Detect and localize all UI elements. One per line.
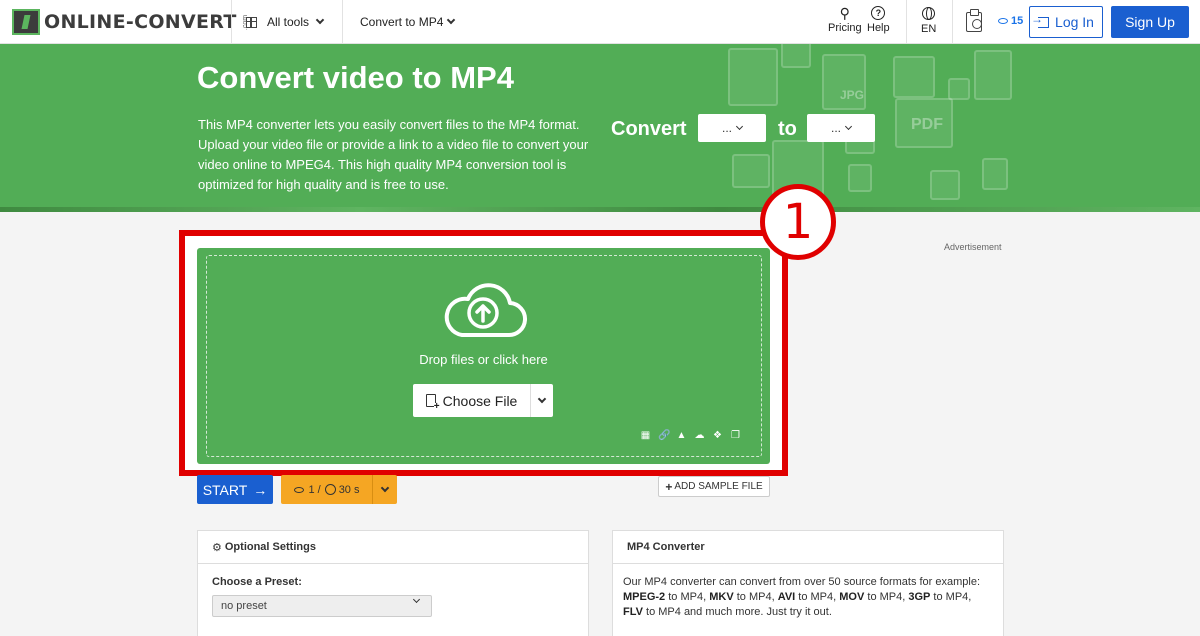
add-sample-file-button[interactable]: + ADD SAMPLE FILE <box>658 476 770 497</box>
choose-file-dropdown[interactable] <box>531 384 553 417</box>
top-navbar: ONLINE-CONVERT .com All tools Convert to… <box>0 0 1200 44</box>
preset-label: Choose a Preset: <box>212 576 302 588</box>
advertisement-label: Advertisement <box>944 242 1002 252</box>
clipboard-icon[interactable]: ❐ <box>730 431 741 441</box>
convert-menu-label: Convert to MP4 <box>360 15 444 29</box>
clock-icon <box>324 484 336 495</box>
mp4-converter-description: Our MP4 converter can convert from over … <box>623 576 981 618</box>
plus-icon: + <box>665 479 673 494</box>
login-icon <box>1031 12 1050 28</box>
chevron-down-icon <box>315 15 325 25</box>
start-button[interactable]: START → <box>197 475 273 504</box>
chevron-down-icon <box>735 122 744 130</box>
file-add-icon <box>425 394 440 411</box>
chevron-down-icon <box>537 394 547 403</box>
optional-settings-panel: ⚙ Optional Settings Choose a Preset: no … <box>197 530 589 636</box>
chevron-down-icon <box>412 595 421 604</box>
file-icon <box>781 44 811 68</box>
pdf-file-icon: PDF <box>895 98 953 148</box>
file-icon <box>982 158 1008 190</box>
pricing-link[interactable]: ⚲ Pricing <box>828 4 862 34</box>
language-selector[interactable]: EN <box>921 4 936 35</box>
login-label: Log In <box>1055 14 1094 30</box>
chevron-down-icon <box>447 15 456 25</box>
all-tools-menu[interactable]: All tools <box>246 0 325 44</box>
coin-icon <box>293 486 304 493</box>
credit-count: 1 <box>308 483 315 496</box>
credit-separator: / <box>317 483 321 496</box>
mp4-converter-panel: MP4 Converter Our MP4 converter can conv… <box>612 530 1004 636</box>
help-link[interactable]: ? Help <box>867 4 890 34</box>
preset-value: no preset <box>221 600 267 612</box>
hero-banner: JPG PDF Convert video to MP4 This MP4 co… <box>0 44 1200 212</box>
to-label: to <box>778 118 797 140</box>
mail-file-icon <box>728 48 778 106</box>
add-sample-label: ADD SAMPLE FILE <box>674 481 763 492</box>
upload-source-icons: ▦ 🔗 ▲ ☁ ❖ ❐ <box>640 431 741 441</box>
login-button[interactable]: Log In <box>1029 6 1103 38</box>
source-format-value: ... <box>721 121 732 135</box>
file-icon <box>848 164 872 192</box>
hero-bottom-stripe <box>0 207 1200 212</box>
help-label: Help <box>867 22 890 34</box>
pricing-label: Pricing <box>828 22 862 34</box>
chart-file-icon <box>974 50 1012 100</box>
credits-counter[interactable]: 15 <box>998 15 1023 27</box>
jpg-file-icon: JPG <box>822 54 866 110</box>
credit-time-button[interactable]: 1 / 30 s <box>281 475 397 504</box>
preset-select[interactable]: no preset <box>212 595 432 617</box>
file-icon <box>732 154 770 188</box>
folder-icon[interactable]: ▦ <box>640 431 651 441</box>
start-label: START <box>202 481 248 498</box>
chevron-down-icon <box>380 483 390 492</box>
chevron-down-icon <box>844 122 853 130</box>
gear-icon: ⚙ <box>212 541 222 554</box>
language-label: EN <box>921 23 937 35</box>
onedrive-icon[interactable]: ☁ <box>694 431 705 441</box>
link-icon[interactable]: 🔗 <box>658 431 670 441</box>
convert-label: Convert <box>611 118 687 140</box>
grid-icon <box>246 16 257 28</box>
logo-icon <box>12 9 40 35</box>
choose-file-label: Choose File <box>442 392 518 409</box>
google-drive-icon[interactable]: ▲ <box>676 431 687 441</box>
page-description: This MP4 converter lets you easily conve… <box>198 117 589 192</box>
optional-settings-title: Optional Settings <box>224 541 316 553</box>
page-title: Convert video to MP4 <box>197 60 514 95</box>
tag-icon: ⚲ <box>839 5 850 21</box>
mp4-converter-header: MP4 Converter <box>613 531 1003 564</box>
cloud-upload-icon <box>444 283 527 338</box>
file-icon <box>948 78 970 100</box>
signup-button[interactable]: Sign Up <box>1111 6 1189 38</box>
optional-settings-header[interactable]: ⚙ Optional Settings <box>198 531 588 564</box>
convert-to-mp4-menu[interactable]: Convert to MP4 <box>360 0 456 44</box>
time-value: 30 s <box>338 483 360 496</box>
choose-file-main[interactable]: Choose File <box>413 384 531 417</box>
choose-file-button[interactable]: Choose File <box>413 384 553 417</box>
source-format-select[interactable]: ... <box>698 114 766 142</box>
all-tools-label: All tools <box>267 15 310 29</box>
drop-files-text: Drop files or click here <box>419 352 548 367</box>
site-logo[interactable]: ONLINE-CONVERT .com <box>12 9 253 35</box>
help-icon: ? <box>871 6 886 20</box>
step-number-badge: 1 <box>760 184 836 260</box>
coin-icon <box>998 18 1008 24</box>
globe-icon <box>922 7 936 20</box>
credit-dropdown[interactable] <box>373 483 397 492</box>
credits-value: 15 <box>1011 15 1024 27</box>
target-format-value: ... <box>830 121 841 135</box>
dropbox-icon[interactable]: ❖ <box>712 431 723 441</box>
clipboard-clock-icon[interactable] <box>966 9 982 32</box>
image-file-icon <box>893 56 935 98</box>
credit-time-info[interactable]: 1 / 30 s <box>281 475 373 504</box>
logo-text: ONLINE-CONVERT <box>44 11 237 33</box>
target-format-select[interactable]: ... <box>807 114 875 142</box>
file-icon <box>930 170 960 200</box>
arrow-right-icon: → <box>253 481 268 498</box>
